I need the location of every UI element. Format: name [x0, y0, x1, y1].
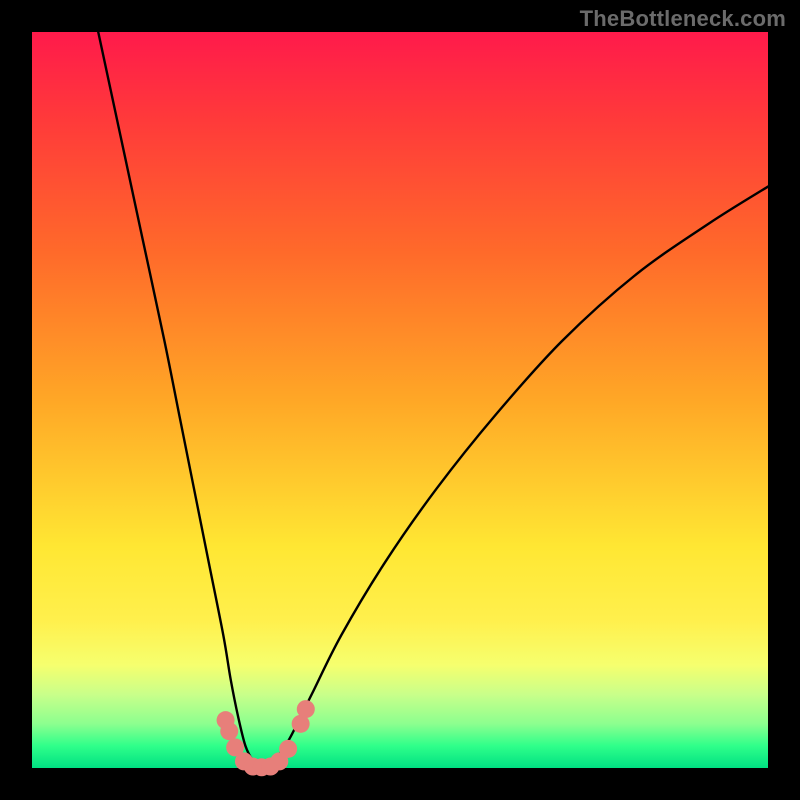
- highlight-marker: [279, 740, 297, 758]
- curve-svg: [32, 32, 768, 768]
- watermark-text: TheBottleneck.com: [580, 6, 786, 32]
- highlight-marker: [297, 700, 315, 718]
- marker-group: [217, 700, 315, 776]
- chart-frame: TheBottleneck.com: [0, 0, 800, 800]
- highlight-marker: [220, 722, 238, 740]
- bottleneck-curve-path: [98, 32, 768, 769]
- plot-area: [32, 32, 768, 768]
